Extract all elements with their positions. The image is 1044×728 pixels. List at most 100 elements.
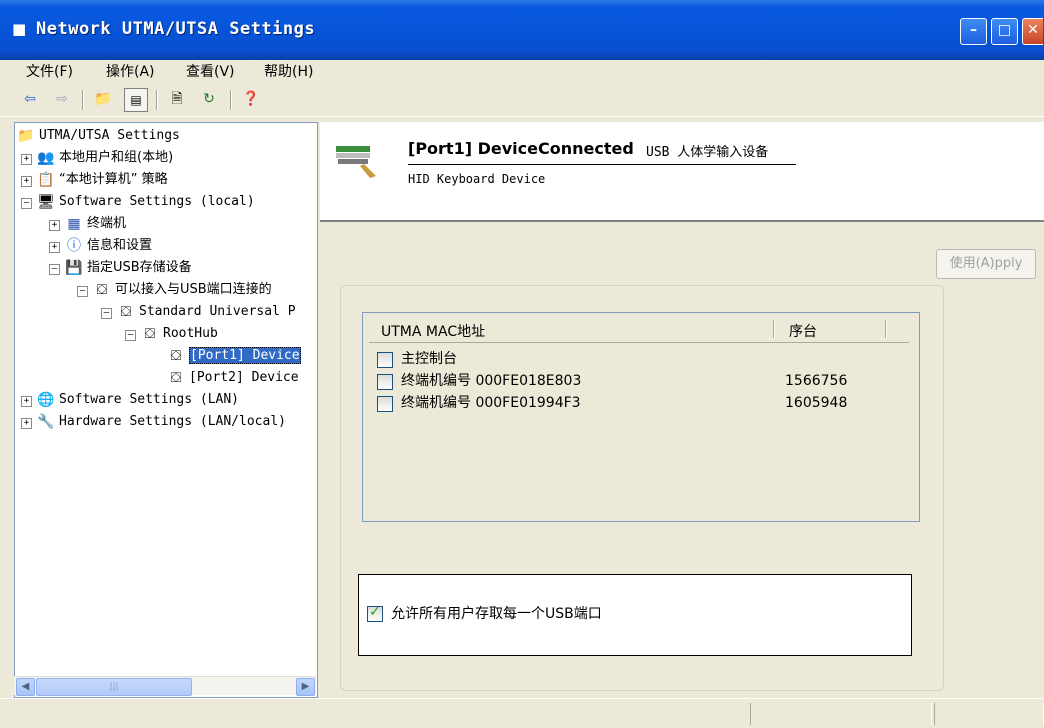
- apply-button[interactable]: 使用(A)pply: [936, 249, 1036, 279]
- app-icon: ■: [12, 20, 27, 38]
- help-icon[interactable]: ❓: [240, 88, 262, 110]
- usb-icon: ⛋: [170, 369, 182, 386]
- divider: [408, 164, 796, 165]
- tree-item-hardware-lan[interactable]: 🔧 Hardware Settings (LAN/local): [37, 412, 286, 432]
- properties-icon[interactable]: 🗎: [166, 88, 188, 110]
- storage-icon: 💾: [65, 259, 83, 276]
- checkbox[interactable]: [377, 396, 393, 412]
- tree-label: 终端机: [87, 216, 127, 231]
- menu-help[interactable]: 帮助(H): [264, 60, 313, 84]
- tree-label: 本地用户和组(本地): [59, 150, 174, 165]
- folder-icon: 📁: [17, 127, 35, 144]
- tree-label: Software Settings (LAN): [59, 392, 240, 407]
- minimize-button[interactable]: –: [960, 18, 987, 45]
- tree-label: 可以接入与USB端口连接的: [115, 282, 272, 297]
- maximize-button[interactable]: □: [991, 18, 1018, 45]
- column-divider[interactable]: [773, 320, 775, 338]
- tree-label: Software Settings (local): [59, 194, 255, 209]
- usb-icon: ⛋: [144, 325, 156, 342]
- checkbox[interactable]: [377, 352, 393, 368]
- toolbar-separator: [230, 90, 232, 110]
- column-header-mac[interactable]: UTMA MAC地址: [381, 321, 485, 341]
- checkmark-icon: ✓: [369, 604, 381, 620]
- back-arrow-icon[interactable]: ⇦: [20, 88, 40, 110]
- collapse-icon[interactable]: –: [101, 308, 112, 319]
- row-label: 终端机编号 000FE018E803: [401, 373, 582, 389]
- tree-label: 指定USB存储设备: [87, 260, 192, 275]
- expand-icon[interactable]: +: [21, 396, 32, 407]
- tree-item-usb-storage[interactable]: 💾 指定USB存储设备: [65, 258, 192, 278]
- tree-label: “本地计算机” 策略: [59, 172, 168, 187]
- tree-item-usb-connect[interactable]: ⛋ 可以接入与USB端口连接的: [93, 280, 272, 300]
- expand-icon[interactable]: +: [21, 418, 32, 429]
- tree-item-port2[interactable]: ⛋ [Port2] Device: [167, 368, 299, 388]
- tree-label: Hardware Settings (LAN/local): [59, 414, 286, 429]
- window-title: Network UTMA/UTSA Settings: [36, 19, 316, 39]
- globe-icon: 🌐: [37, 391, 55, 408]
- hardware-settings-icon: [336, 146, 376, 178]
- toolbar: ⇦ ⇨ 📁 ▤ 🗎 ↻ ❓: [0, 84, 1044, 117]
- computer-icon: 🖥: [37, 193, 55, 210]
- scroll-thumb[interactable]: |||: [36, 678, 192, 696]
- column-divider[interactable]: [885, 320, 887, 338]
- tree-item-software-local[interactable]: 🖥 Software Settings (local): [37, 192, 255, 212]
- tree-item-port1[interactable]: ⛋ [Port1] Device: [167, 346, 301, 366]
- users-icon: 👥: [37, 149, 55, 166]
- tree-label: [Port2] Device: [189, 370, 299, 385]
- usb-icon: ⛋: [170, 347, 182, 364]
- terminal-icon: ▦: [67, 215, 81, 232]
- column-header-serial[interactable]: 序台: [789, 321, 817, 341]
- status-segment: [750, 703, 932, 725]
- scroll-right-icon[interactable]: ▶: [296, 678, 315, 696]
- expand-icon[interactable]: +: [49, 242, 60, 253]
- usb-icon: ⛋: [96, 281, 108, 298]
- tree-item-root[interactable]: 📁 UTMA/UTSA Settings: [17, 126, 180, 146]
- usb-icon: ⛋: [120, 303, 132, 320]
- collapse-icon[interactable]: –: [21, 198, 32, 209]
- tree-panel: 📁 UTMA/UTSA Settings + 👥 本地用户和组(本地) + 📋 “本地…: [14, 122, 318, 698]
- device-title: [Port1] DeviceConnected: [408, 139, 634, 158]
- tree-item-standard-universal[interactable]: ⛋ Standard Universal P: [117, 302, 296, 322]
- collapse-icon[interactable]: –: [125, 330, 136, 341]
- collapse-icon[interactable]: –: [77, 286, 88, 297]
- tree-item-software-lan[interactable]: 🌐 Software Settings (LAN): [37, 390, 239, 410]
- status-segment: [934, 703, 1044, 725]
- info-icon: ⓘ: [67, 237, 81, 254]
- tree-horizontal-scrollbar[interactable]: ◀ ||| ▶: [14, 676, 316, 696]
- close-button[interactable]: ✕: [1022, 18, 1043, 45]
- tree-item-info[interactable]: ⓘ 信息和设置: [65, 236, 152, 256]
- menu-file[interactable]: 文件(F): [26, 60, 73, 84]
- collapse-icon[interactable]: –: [49, 264, 60, 275]
- hardware-icon: 🔧: [37, 413, 55, 430]
- expand-icon[interactable]: +: [49, 220, 60, 231]
- forward-arrow-icon[interactable]: ⇨: [52, 88, 72, 110]
- tree-item-roothub[interactable]: ⛋ RootHub: [141, 324, 218, 344]
- tree-item-local-users[interactable]: 👥 本地用户和组(本地): [37, 148, 173, 168]
- menu-bar: 文件(F) 操作(A) 查看(V) 帮助(H): [0, 60, 1044, 84]
- expand-icon[interactable]: +: [21, 154, 32, 165]
- tree-label: UTMA/UTSA Settings: [39, 128, 180, 143]
- checkbox[interactable]: [377, 374, 393, 390]
- refresh-icon[interactable]: ↻: [198, 88, 220, 110]
- tree-item-terminal[interactable]: ▦ 终端机: [65, 214, 126, 234]
- menu-view[interactable]: 查看(V): [186, 60, 235, 84]
- tree-label: Standard Universal P: [139, 304, 296, 319]
- policy-icon: 📋: [37, 171, 55, 188]
- list-header: UTMA MAC地址 序台: [369, 316, 909, 343]
- tree-item-local-policy[interactable]: 📋 “本地计算机” 策略: [37, 170, 168, 190]
- menu-action[interactable]: 操作(A): [106, 60, 155, 84]
- toolbar-separator: [82, 90, 84, 110]
- scroll-left-icon[interactable]: ◀: [16, 678, 35, 696]
- row-serial: 1605948: [785, 395, 848, 411]
- tree-label: [Port1] Device: [189, 347, 301, 364]
- tree-label: RootHub: [163, 326, 218, 341]
- expand-icon[interactable]: +: [21, 176, 32, 187]
- device-name: HID Keyboard Device: [408, 172, 546, 186]
- up-folder-icon[interactable]: 📁: [92, 88, 114, 110]
- row-serial: 1566756: [785, 373, 848, 389]
- show-tree-icon[interactable]: ▤: [124, 88, 148, 112]
- allow-all-label[interactable]: 允许所有用户存取每一个USB端口: [391, 603, 602, 623]
- status-bar: [0, 698, 1044, 728]
- tree-label: 信息和设置: [87, 238, 153, 253]
- device-header: [Port1] DeviceConnected USB 人体学输入设备 HID …: [320, 122, 1044, 222]
